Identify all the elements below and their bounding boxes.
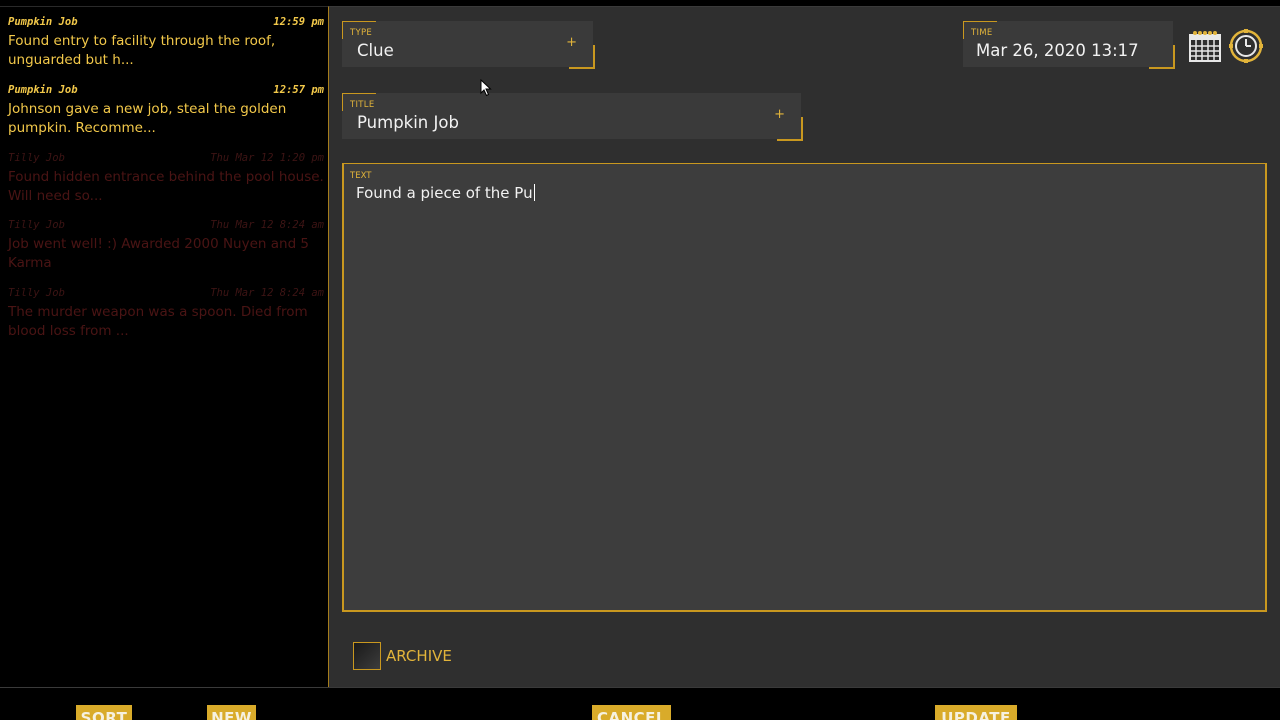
entry-title: Tilly Job	[8, 152, 65, 164]
cancel-button[interactable]: CANCEL	[592, 705, 671, 720]
entry-time: Thu Mar 12 8:24 am	[210, 219, 324, 231]
entry-time: Thu Mar 12 1:20 pm	[210, 152, 324, 164]
archive-checkbox[interactable]	[353, 642, 381, 670]
entry-time: Thu Mar 12 8:24 am	[210, 287, 324, 299]
sort-button[interactable]: SORT	[76, 705, 132, 720]
entry-preview: Found entry to facility through the roof…	[8, 33, 276, 68]
text-caret	[533, 184, 535, 201]
entry-preview: Found hidden entrance behind the pool ho…	[8, 169, 324, 204]
time-label: TIME	[971, 28, 993, 38]
text-label: TEXT	[350, 171, 372, 181]
title-add-button[interactable]: +	[774, 107, 785, 122]
entry-time: 12:59 pm	[273, 16, 324, 28]
title-value: Pumpkin Job	[357, 113, 459, 132]
entry-title: Pumpkin Job	[8, 84, 78, 96]
action-bar: SORT NEW CANCEL UPDATE	[0, 687, 1280, 720]
entry-preview: Job went well! :) Awarded 2000 Nuyen and…	[8, 236, 310, 271]
entry-preview: Johnson gave a new job, steal the golden…	[8, 101, 287, 136]
list-item[interactable]: Pumpkin Job 12:59 pm Found entry to facil…	[8, 15, 324, 70]
text-value: Found a piece of the Pu	[356, 184, 535, 202]
list-item[interactable]: Pumpkin Job 12:57 pm Johnson gave a new j…	[8, 83, 324, 138]
text-area[interactable]: TEXT Found a piece of the Pu	[342, 163, 1267, 612]
archive-label: ARCHIVE	[386, 647, 452, 665]
entry-time: 12:57 pm	[273, 84, 324, 96]
clock-icon[interactable]	[1229, 29, 1263, 63]
archive-toggle[interactable]: ARCHIVE	[353, 641, 452, 671]
title-label: TITLE	[350, 100, 375, 110]
entry-editor: TYPE Clue + TITLE Pumpkin Job + TIME Mar…	[328, 6, 1280, 687]
time-field[interactable]: TIME Mar 26, 2020 13:17	[963, 21, 1175, 69]
entry-title: Tilly Job	[8, 219, 65, 231]
field-corner	[1149, 45, 1175, 69]
entry-title: Tilly Job	[8, 287, 65, 299]
new-button[interactable]: NEW	[207, 705, 256, 720]
type-select[interactable]: TYPE Clue +	[342, 21, 595, 69]
update-button[interactable]: UPDATE	[935, 705, 1017, 720]
list-item[interactable]: Tilly Job Thu Mar 12 8:24 am Job went wel…	[8, 218, 324, 273]
entry-title: Pumpkin Job	[8, 16, 78, 28]
text-content: Found a piece of the Pu	[356, 184, 533, 202]
type-value: Clue	[357, 41, 394, 60]
list-item[interactable]: Tilly Job Thu Mar 12 8:24 am The murder w…	[8, 286, 324, 341]
calendar-icon[interactable]	[1188, 29, 1222, 63]
journal-entry-list: Pumpkin Job 12:59 pm Found entry to facil…	[0, 6, 328, 687]
entry-preview: The murder weapon was a spoon. Died from…	[8, 304, 308, 339]
time-value: Mar 26, 2020 13:17	[976, 41, 1139, 60]
type-label: TYPE	[350, 28, 373, 38]
title-select[interactable]: TITLE Pumpkin Job +	[342, 93, 803, 141]
list-item[interactable]: Tilly Job Thu Mar 12 1:20 pm Found hidden…	[8, 151, 324, 206]
type-add-button[interactable]: +	[566, 35, 577, 50]
